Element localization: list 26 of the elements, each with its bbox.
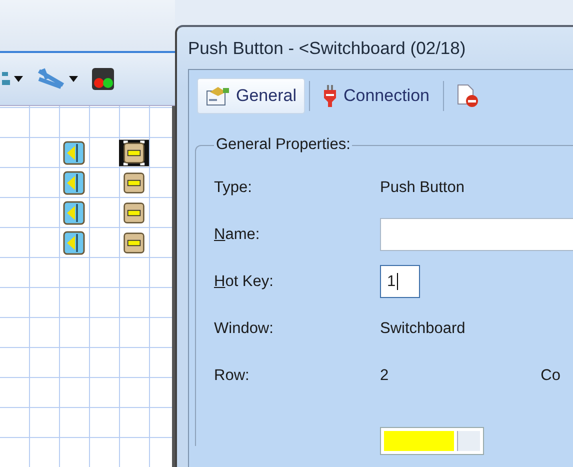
- name-field[interactable]: [380, 218, 573, 251]
- indicator-lights-icon[interactable]: [92, 68, 114, 90]
- field-value: Switchboard: [380, 320, 466, 338]
- field-label: Co: [540, 366, 560, 384]
- speaker-icon: [63, 201, 85, 225]
- document-remove-icon: [456, 84, 478, 108]
- field-label: Hot Key:: [214, 272, 274, 290]
- caret-icon[interactable]: [14, 76, 23, 82]
- tab[interactable]: General: [197, 78, 306, 114]
- color-picker[interactable]: [380, 427, 484, 455]
- properties-icon: [206, 86, 230, 106]
- field-value: 2: [380, 366, 389, 384]
- field-value: Push Button: [380, 178, 464, 196]
- speaker-icon: [63, 171, 85, 195]
- caret-icon[interactable]: [69, 76, 78, 82]
- tab[interactable]: Connection: [314, 78, 438, 114]
- field-label: Window:: [214, 320, 274, 338]
- field-label: Type:: [214, 178, 252, 196]
- speaker-icon: [63, 141, 85, 165]
- hot-key-field[interactable]: 1: [380, 265, 420, 298]
- field-label: Name:: [214, 226, 260, 244]
- window-title: Push Button - <Switchboard (02/18): [187, 37, 467, 60]
- field-label: Row:: [214, 366, 250, 384]
- group-title: General Properties:: [215, 136, 352, 154]
- plug-icon: [323, 85, 338, 107]
- speaker-icon: [63, 231, 85, 255]
